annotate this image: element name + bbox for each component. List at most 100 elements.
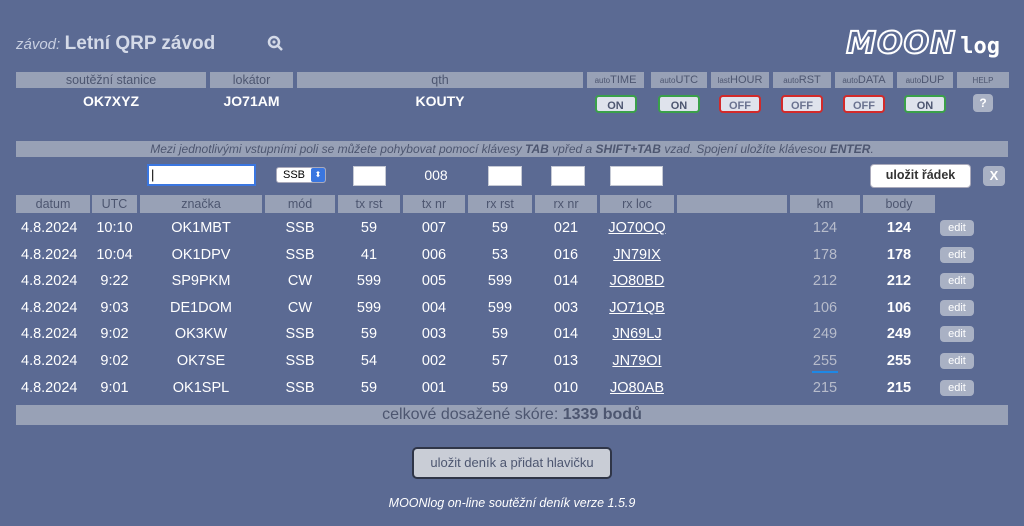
cell-mode: CW [287, 273, 313, 290]
cell-utc: 10:10 [96, 220, 133, 236]
cell-mode: SSB [285, 220, 315, 236]
cell-rx-loc[interactable]: JO70OQ [600, 215, 674, 241]
rx-rst-input[interactable] [488, 166, 522, 186]
toggle-header-dup: autoDUP [897, 72, 953, 88]
rx-loc-input[interactable] [610, 166, 663, 186]
contest-title: závod: Letní QRP závod [16, 33, 215, 55]
logo-moon: MOON [845, 25, 957, 62]
help-button[interactable]: ? [973, 94, 993, 112]
column-header-rx-rst: rx rst [468, 195, 532, 213]
cell-tx-nr: 004 [421, 299, 447, 316]
cell-utc: 10:04 [96, 246, 133, 263]
cell-km: 212 [812, 273, 838, 290]
cell-rx-rst: 599 [487, 299, 513, 316]
station-callsign: OK7XYZ [82, 93, 139, 109]
qth-header: qth [297, 72, 583, 88]
cell-rx-nr: 010 [553, 379, 579, 396]
cell-call: SP9PKM [171, 273, 231, 290]
cell-call: OK1DPV [171, 246, 231, 263]
edit-button[interactable]: edit [940, 220, 974, 236]
cell-tx-nr: 007 [421, 220, 447, 236]
cell-rx-rst: 59 [491, 326, 509, 343]
cell-rx-loc[interactable]: JN69LJ [600, 321, 674, 347]
edit-button[interactable]: edit [940, 273, 974, 290]
cell-points: 124 [886, 220, 912, 236]
cell-rx-nr: 021 [553, 220, 579, 236]
cell-date: 4.8.2024 [21, 299, 78, 316]
cell-rx-rst: 53 [491, 246, 509, 263]
save-log-button[interactable]: uložit deník a přidat hlavičku [412, 447, 612, 479]
toggle-header-utc: autoUTC [651, 72, 707, 88]
cell-rx-nr: 014 [553, 273, 579, 290]
cell-tx-nr: 006 [421, 246, 447, 263]
clear-button[interactable]: X [983, 166, 1005, 186]
cell-tx-rst: 59 [360, 326, 378, 343]
cell-call: OK7SE [176, 353, 226, 369]
edit-button[interactable]: edit [940, 299, 974, 316]
tx-rst-input[interactable] [353, 166, 386, 186]
cell-call: OK1SPL [172, 379, 230, 396]
cell-points: 106 [886, 299, 912, 316]
toggle-time-button[interactable]: ON [594, 95, 637, 113]
callsign-input[interactable]: | [147, 164, 256, 186]
edit-button[interactable]: edit [940, 326, 974, 343]
cell-date: 4.8.2024 [21, 353, 78, 369]
column-header-značka: značka [140, 195, 262, 213]
cell-utc: 9:01 [100, 379, 129, 396]
cell-km: 178 [812, 246, 838, 263]
locator-header: lokátor [210, 72, 293, 88]
column-header-tx-rst: tx rst [338, 195, 400, 213]
cell-km: 124 [812, 220, 838, 236]
toggle-dup-button[interactable]: ON [904, 95, 946, 113]
cell-rx-loc[interactable]: JN79IX [600, 242, 674, 268]
instructions-bar: Mezi jednotlivými vstupními poli se může… [16, 141, 1008, 157]
cell-date: 4.8.2024 [21, 246, 78, 263]
toggle-header-data: autoDATA [835, 72, 893, 88]
toggle-hour-button[interactable]: OFF [719, 95, 761, 113]
edit-button[interactable]: edit [940, 246, 974, 263]
cell-tx-nr: 002 [421, 353, 447, 369]
cell-mode: SSB [285, 246, 315, 263]
km-underline [812, 371, 838, 373]
cell-rx-loc[interactable]: JO80AB [600, 375, 674, 401]
rx-nr-input[interactable] [551, 166, 585, 186]
toggle-data-button[interactable]: OFF [843, 95, 885, 113]
score-label: celkové dosažené skóre: [382, 406, 563, 423]
cell-points: 178 [886, 246, 912, 263]
toggle-header-time: autoTIME [587, 72, 644, 88]
cell-tx-nr: 001 [421, 379, 447, 396]
column-header-datum: datum [16, 195, 90, 213]
cell-tx-rst: 54 [360, 353, 378, 369]
cell-date: 4.8.2024 [21, 220, 78, 236]
contest-label: závod: [16, 36, 61, 53]
toggle-utc-button[interactable]: ON [658, 95, 700, 113]
edit-button[interactable]: edit [940, 379, 974, 396]
cell-mode: CW [287, 299, 313, 316]
cell-tx-rst: 599 [356, 299, 382, 316]
help-header: HELP [957, 72, 1009, 88]
tx-nr-value: 008 [424, 167, 448, 183]
cell-km: 106 [812, 299, 838, 316]
cell-rx-nr: 013 [553, 353, 579, 369]
cell-km: 215 [812, 379, 838, 396]
cell-rx-loc[interactable]: JO80BD [600, 268, 674, 294]
mode-select[interactable]: SSB ⬍ [276, 167, 326, 183]
cell-km: 249 [812, 326, 838, 343]
cell-rx-nr: 016 [553, 246, 579, 263]
column-header-rx-loc: rx loc [600, 195, 674, 213]
cell-tx-rst: 59 [360, 379, 378, 396]
column-header-body: body [863, 195, 935, 213]
toggle-rst-button[interactable]: OFF [781, 95, 823, 113]
cell-rx-loc[interactable]: JN79OI [600, 348, 674, 374]
toggle-header-rst: autoRST [773, 72, 831, 88]
contest-name: Letní QRP závod [64, 33, 216, 54]
station-qth: KOUTY [415, 93, 465, 109]
cell-rx-rst: 57 [491, 353, 509, 369]
settings-icon[interactable] [266, 34, 284, 52]
cell-tx-rst: 41 [360, 246, 378, 263]
edit-button[interactable]: edit [940, 353, 974, 369]
cell-rx-loc[interactable]: JO71QB [600, 295, 674, 321]
cell-tx-nr: 003 [421, 326, 447, 343]
save-row-button[interactable]: uložit řádek [870, 164, 971, 188]
cell-mode: SSB [285, 379, 315, 396]
